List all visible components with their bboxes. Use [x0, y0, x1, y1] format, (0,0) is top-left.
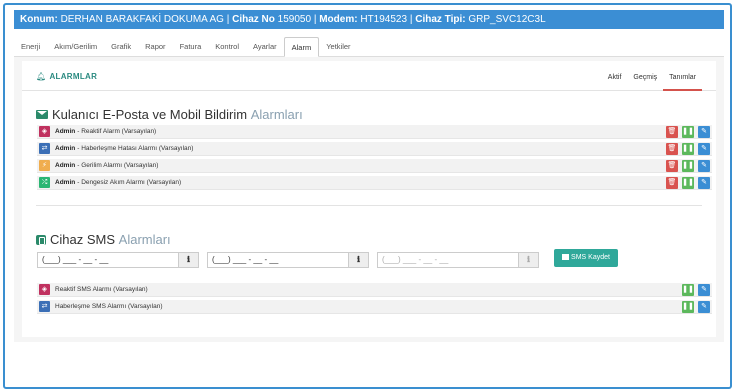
- email-section-title: Kulanıcı E-Posta ve Mobil Bildirim Alarm…: [36, 107, 303, 122]
- cihaz-no-label: Cihaz No: [232, 14, 275, 25]
- sms-alarm-name: Reaktif SMS Alarmı (Varsayılan): [55, 285, 148, 293]
- envelope-icon: [36, 110, 48, 119]
- sms-alarm-row: ◈ Reaktif SMS Alarmı (Varsayılan) ❚❚ ✎: [37, 283, 712, 297]
- edit-button[interactable]: ✎: [698, 126, 710, 138]
- sms-title-main: Cihaz SMS: [50, 232, 116, 247]
- delete-button[interactable]: 🗑︎: [666, 143, 678, 155]
- info-icon[interactable]: ℹ: [519, 252, 539, 268]
- shuffle-icon: ⤮: [39, 177, 50, 188]
- sms-alarm-row: ⇄ Haberleşme SMS Alarmı (Varsayılan) ❚❚ …: [37, 300, 712, 314]
- bell-icon: 🔔︎: [36, 72, 47, 81]
- alarm-name: - Reaktif Alarm (Varsayılan): [77, 127, 157, 135]
- delete-button[interactable]: 🗑︎: [666, 160, 678, 172]
- tab-grafik[interactable]: Grafik: [104, 37, 138, 56]
- edit-button[interactable]: ✎: [698, 160, 710, 172]
- sms-section-title: Cihaz SMS Alarmları: [36, 232, 171, 247]
- tab-ayarlar[interactable]: Ayarlar: [246, 37, 284, 56]
- main-tabs: Enerji Akım/Gerilim Grafik Rapor Fatura …: [14, 37, 724, 57]
- pause-button[interactable]: ❚❚: [682, 284, 694, 296]
- info-icon[interactable]: ℹ: [179, 252, 199, 268]
- reactive-icon: ◈: [39, 284, 50, 295]
- konum-label: Konum:: [20, 14, 58, 25]
- delete-button[interactable]: 🗑︎: [666, 177, 678, 189]
- pause-button[interactable]: ❚❚: [682, 301, 694, 313]
- phone-icon: [36, 234, 46, 245]
- alarm-user: Admin: [55, 178, 76, 186]
- sms-save-button[interactable]: SMS Kaydet: [554, 249, 618, 267]
- cihaz-no-value: 159050: [277, 14, 312, 25]
- subtab-gecmis[interactable]: Geçmiş: [627, 67, 663, 91]
- subtab-aktif[interactable]: Aktif: [602, 67, 628, 91]
- delete-button[interactable]: 🗑︎: [666, 126, 678, 138]
- section-divider: [36, 205, 702, 206]
- sms-alarm-name: Haberleşme SMS Alarmı (Varsayılan): [55, 302, 163, 310]
- edit-button[interactable]: ✎: [698, 284, 710, 296]
- alarm-user: Admin: [55, 127, 76, 135]
- edit-button[interactable]: ✎: [698, 143, 710, 155]
- device-info-bar: Konum: DERHAN BARAKFAKİ DOKUMA AG | Ciha…: [14, 10, 724, 29]
- sms-phone-input-3[interactable]: (___) ___ - __ - __: [377, 252, 519, 268]
- card-header: 🔔︎ ALARMLAR Aktif Geçmiş Tanımlar: [22, 61, 716, 91]
- tab-rapor[interactable]: Rapor: [138, 37, 172, 56]
- card-title-text: ALARMLAR: [49, 72, 98, 81]
- modem-label: Modem:: [319, 14, 358, 25]
- tab-alarm[interactable]: Alarm: [283, 37, 320, 57]
- email-alarm-row: ⚡︎ Admin - Gerilim Alarmı (Varsayılan) 🗑…: [37, 159, 712, 173]
- sms-phone-input-2[interactable]: (___) ___ - __ - __: [207, 252, 349, 268]
- email-alarm-row: ⇄ Admin - Haberleşme Hatası Alarmı (Vars…: [37, 142, 712, 156]
- separator: |: [313, 14, 317, 25]
- cihaz-tipi-value: GRP_SVC12C3L: [468, 14, 546, 25]
- email-alarm-row: ⤮ Admin - Dengesiz Akım Alarmı (Varsayıl…: [37, 176, 712, 190]
- pause-button[interactable]: ❚❚: [682, 143, 694, 155]
- sms-phone-input-1[interactable]: (___) ___ - __ - __: [37, 252, 179, 268]
- alarm-subtabs: Aktif Geçmiş Tanımlar: [602, 67, 702, 91]
- reactive-icon: ◈: [39, 126, 50, 137]
- pause-button[interactable]: ❚❚: [682, 160, 694, 172]
- tab-kontrol[interactable]: Kontrol: [208, 37, 246, 56]
- pause-button[interactable]: ❚❚: [682, 126, 694, 138]
- usb-icon: ⇄: [39, 301, 50, 312]
- edit-button[interactable]: ✎: [698, 301, 710, 313]
- sms-save-label: SMS Kaydet: [571, 254, 610, 261]
- alarms-card: 🔔︎ ALARMLAR Aktif Geçmiş Tanımlar Kulanıc…: [22, 61, 716, 337]
- separator: |: [409, 14, 413, 25]
- modem-value: HT194523: [360, 14, 408, 25]
- tab-akim-gerilim[interactable]: Akım/Gerilim: [47, 37, 104, 56]
- tab-fatura[interactable]: Fatura: [173, 37, 209, 56]
- tab-enerji[interactable]: Enerji: [14, 37, 47, 56]
- email-alarm-row: ◈ Admin - Reaktif Alarm (Varsayılan) 🗑︎ …: [37, 125, 712, 139]
- alarm-name: - Haberleşme Hatası Alarmı (Varsayılan): [77, 144, 194, 152]
- usb-icon: ⇄: [39, 143, 50, 154]
- bolt-icon: ⚡︎: [39, 160, 50, 171]
- edit-button[interactable]: ✎: [698, 177, 710, 189]
- cihaz-tipi-label: Cihaz Tipi:: [415, 14, 466, 25]
- empty-area: [14, 345, 724, 381]
- card-title: 🔔︎ ALARMLAR: [36, 72, 97, 81]
- content-panel: 🔔︎ ALARMLAR Aktif Geçmiş Tanımlar Kulanıc…: [14, 57, 724, 342]
- pause-button[interactable]: ❚❚: [682, 177, 694, 189]
- sms-title-muted: Alarmları: [118, 232, 171, 247]
- info-icon[interactable]: ℹ: [349, 252, 369, 268]
- save-icon: [562, 254, 570, 260]
- separator: |: [226, 14, 230, 25]
- email-title-muted: Alarmları: [250, 107, 303, 122]
- subtab-tanimlar[interactable]: Tanımlar: [663, 67, 702, 91]
- konum-value: DERHAN BARAKFAKİ DOKUMA AG: [60, 14, 224, 25]
- alarm-name: - Dengesiz Akım Alarmı (Varsayılan): [77, 178, 182, 186]
- email-title-main: Kulanıcı E-Posta ve Mobil Bildirim: [52, 107, 248, 122]
- tab-yetkiler[interactable]: Yetkiler: [319, 37, 357, 56]
- alarm-name: - Gerilim Alarmı (Varsayılan): [77, 161, 159, 169]
- alarm-user: Admin: [55, 144, 76, 152]
- alarm-user: Admin: [55, 161, 76, 169]
